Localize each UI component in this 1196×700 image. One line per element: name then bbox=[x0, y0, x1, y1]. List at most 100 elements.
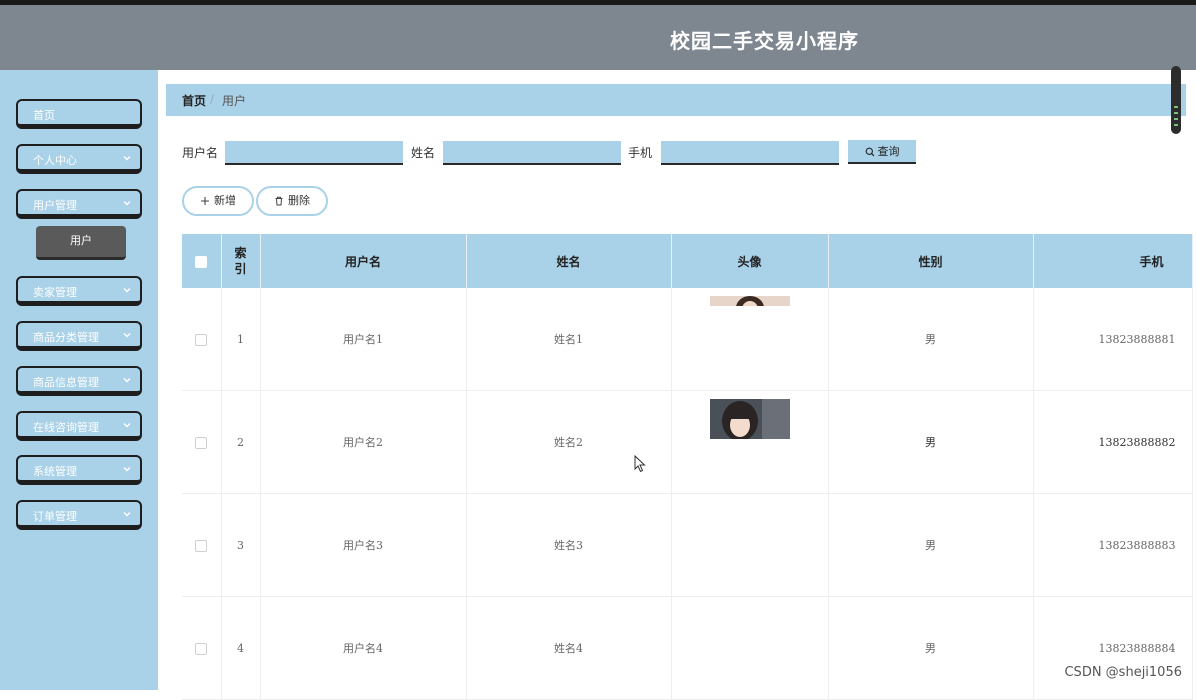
sidebar-subitem-user[interactable]: 用户 bbox=[36, 226, 126, 260]
gender-cell: 男 bbox=[828, 493, 1034, 597]
index-header: 索引 bbox=[221, 234, 261, 288]
phone-header: 手机 bbox=[1033, 234, 1193, 288]
sidebar-item-label: 商品分类管理 bbox=[33, 331, 99, 344]
table-header-row: 索引 用户名 姓名 头像 性别 手机 bbox=[182, 234, 1193, 288]
avatar-image bbox=[709, 296, 790, 306]
index-header-label: 索引 bbox=[234, 246, 247, 276]
breadcrumb-home[interactable]: 首页 bbox=[182, 92, 206, 109]
breadcrumb: 首页 / 用户 bbox=[166, 84, 1186, 116]
app-title: 校园二手交易小程序 bbox=[670, 29, 859, 53]
phone-search-input[interactable] bbox=[661, 141, 839, 165]
table-row[interactable]: 3 用户名3 姓名3 男 13823888883 bbox=[182, 493, 1193, 597]
index-cell: 1 bbox=[221, 288, 261, 391]
index-cell: 2 bbox=[221, 390, 261, 494]
search-icon bbox=[865, 147, 874, 157]
avatar-cell bbox=[671, 390, 829, 494]
phone-cell: 13823888884 bbox=[1033, 596, 1193, 700]
username-label: 用户名 bbox=[182, 146, 219, 160]
phone-cell: 13823888882 bbox=[1033, 390, 1193, 494]
sidebar-item-label: 卖家管理 bbox=[33, 286, 77, 299]
query-button[interactable]: 查询 bbox=[848, 140, 916, 164]
chevron-down-icon bbox=[123, 512, 131, 517]
row-select-cell[interactable] bbox=[182, 288, 222, 391]
name-search-input[interactable] bbox=[443, 141, 621, 165]
chevron-down-icon bbox=[123, 201, 131, 206]
gender-cell: 男 bbox=[828, 288, 1034, 391]
add-button-label: 新增 bbox=[214, 194, 236, 207]
row-select-cell[interactable] bbox=[182, 493, 222, 597]
sidebar-item-system-management[interactable]: 系统管理 bbox=[16, 455, 142, 485]
phone-label: 手机 bbox=[628, 146, 653, 160]
avatar-cell bbox=[671, 596, 829, 700]
watermark: CSDN @sheji1056 bbox=[1064, 665, 1182, 680]
sidebar-item-consult-management[interactable]: 在线咨询管理 bbox=[16, 411, 142, 441]
delete-button-label: 删除 bbox=[288, 194, 310, 207]
name-cell: 姓名4 bbox=[466, 596, 672, 700]
table-row[interactable]: 4 用户名4 姓名4 男 13823888884 bbox=[182, 596, 1193, 700]
sidebar-item-label: 在线咨询管理 bbox=[33, 421, 99, 434]
avatar-cell bbox=[671, 288, 829, 391]
avatar-image bbox=[709, 399, 790, 439]
index-cell: 4 bbox=[221, 596, 261, 700]
gender-header: 性别 bbox=[828, 234, 1034, 288]
sidebar-item-order-management[interactable]: 订单管理 bbox=[16, 500, 142, 530]
sidebar-item-label: 订单管理 bbox=[33, 510, 77, 523]
gender-cell: 男 bbox=[828, 596, 1034, 700]
delete-button[interactable]: 删除 bbox=[256, 186, 328, 216]
sidebar-item-product-management[interactable]: 商品信息管理 bbox=[16, 366, 142, 396]
sidebar-item-label: 商品信息管理 bbox=[33, 376, 99, 389]
chevron-down-icon bbox=[123, 288, 131, 293]
breadcrumb-current: 用户 bbox=[222, 94, 247, 108]
chevron-down-icon bbox=[123, 423, 131, 428]
select-all-checkbox[interactable] bbox=[195, 255, 208, 268]
sidebar-item-home[interactable]: 首页 bbox=[16, 99, 142, 129]
table-row[interactable]: 1 用户名1 姓名1 男 13823888881 bbox=[182, 288, 1193, 391]
plus-icon bbox=[201, 197, 209, 205]
username-cell: 用户名2 bbox=[260, 390, 467, 494]
sidebar-item-label: 系统管理 bbox=[33, 465, 77, 478]
sidebar-item-label: 首页 bbox=[33, 109, 55, 122]
query-button-label: 查询 bbox=[877, 145, 900, 158]
row-checkbox[interactable] bbox=[195, 333, 208, 346]
add-button[interactable]: 新增 bbox=[182, 186, 254, 216]
name-label: 姓名 bbox=[411, 146, 436, 160]
row-select-cell[interactable] bbox=[182, 390, 222, 494]
name-cell: 姓名1 bbox=[466, 288, 672, 391]
chevron-down-icon bbox=[123, 333, 131, 338]
trash-icon bbox=[275, 196, 283, 206]
username-cell: 用户名1 bbox=[260, 288, 467, 391]
top-header: 校园二手交易小程序 bbox=[0, 0, 1196, 70]
chevron-down-icon bbox=[123, 378, 131, 383]
avatar-header: 头像 bbox=[671, 234, 829, 288]
avatar-cell bbox=[671, 493, 829, 597]
row-select-cell[interactable] bbox=[182, 596, 222, 700]
sidebar-item-category-management[interactable]: 商品分类管理 bbox=[16, 321, 142, 351]
sidebar-item-personal-center[interactable]: 个人中心 bbox=[16, 144, 142, 174]
name-cell: 姓名2 bbox=[466, 390, 672, 494]
username-header: 用户名 bbox=[260, 234, 467, 288]
table-row[interactable]: 2 用户名2 姓名2 男 13823888882 bbox=[182, 390, 1193, 494]
chevron-down-icon bbox=[123, 467, 131, 472]
username-search-input[interactable] bbox=[225, 141, 403, 165]
vertical-scrollbar[interactable] bbox=[1171, 66, 1181, 134]
phone-cell: 13823888883 bbox=[1033, 493, 1193, 597]
row-checkbox[interactable] bbox=[195, 642, 208, 655]
gender-cell: 男 bbox=[828, 390, 1034, 494]
row-checkbox[interactable] bbox=[195, 539, 208, 552]
select-all-header[interactable] bbox=[182, 234, 222, 288]
sidebar-item-label: 用户管理 bbox=[33, 199, 77, 212]
index-cell: 3 bbox=[221, 493, 261, 597]
username-cell: 用户名4 bbox=[260, 596, 467, 700]
chevron-down-icon bbox=[123, 156, 131, 161]
sidebar-item-label: 个人中心 bbox=[33, 154, 77, 167]
row-checkbox[interactable] bbox=[195, 436, 208, 449]
mouse-cursor-icon bbox=[634, 455, 646, 473]
username-cell: 用户名3 bbox=[260, 493, 467, 597]
name-cell: 姓名3 bbox=[466, 493, 672, 597]
breadcrumb-separator: / bbox=[210, 92, 215, 106]
user-table: 索引 用户名 姓名 头像 性别 手机 1 用户名1 姓名1 男 13823888… bbox=[182, 234, 1193, 700]
sidebar-item-user-management[interactable]: 用户管理 bbox=[16, 189, 142, 219]
phone-cell: 13823888881 bbox=[1033, 288, 1193, 391]
sidebar-item-seller-management[interactable]: 卖家管理 bbox=[16, 276, 142, 306]
name-header: 姓名 bbox=[466, 234, 672, 288]
